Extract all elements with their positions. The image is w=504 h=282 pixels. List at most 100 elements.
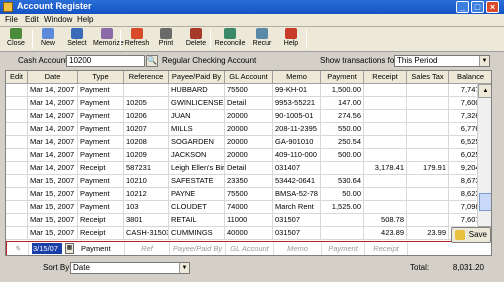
cell-ref [124, 84, 169, 96]
vertical-scrollbar[interactable]: ▲ ▼ [477, 84, 491, 241]
cell-payee: GWINLICENSE [171, 97, 225, 109]
cell-memo: BMSA-52-78 [273, 188, 321, 200]
column-header-edit[interactable]: Edit [6, 71, 28, 84]
column-header-date[interactable]: Date [28, 71, 78, 84]
cash-account-input[interactable]: 10200 [66, 55, 145, 67]
table-row[interactable]: Mar 15, 2007 Payment 10212 PAYNE 75500 BMSA-5… [6, 188, 490, 201]
sort-by-value: Date [73, 263, 90, 272]
cell-type: Payment [78, 97, 124, 109]
cell-date: Mar 15, 2007 [28, 214, 78, 226]
edit-cell[interactable] [6, 227, 28, 239]
cell-date: Mar 15, 2007 [28, 175, 78, 187]
cell-memo: March Rent [273, 201, 321, 213]
edit-cell[interactable] [6, 110, 28, 122]
edit-cell[interactable] [6, 162, 28, 174]
edit-cell[interactable] [6, 188, 28, 200]
new-memo-input[interactable]: Memo [274, 242, 322, 255]
toolbar-select-button[interactable]: Select [63, 28, 91, 51]
cell-ref: 10207 [124, 123, 169, 135]
minimize-button[interactable]: _ [456, 1, 469, 13]
toolbar-close-button[interactable]: Close [2, 28, 30, 51]
new-gl-input[interactable]: GL Account [226, 242, 274, 255]
column-header-memo[interactable]: Memo [273, 71, 321, 84]
menu-window[interactable]: Window [44, 15, 72, 24]
toolbar-delete-button[interactable]: Delete [182, 28, 210, 51]
cell-date: Mar 15, 2007 [28, 201, 78, 213]
sort-by-select[interactable]: Date ▼ [70, 262, 190, 274]
column-header-receipt[interactable]: Receipt [364, 71, 407, 84]
table-row[interactable]: Mar 14, 2007 Receipt 587231 Leigh Ellen's B… [6, 162, 490, 175]
cell-receipt [364, 175, 407, 187]
new-payee-input[interactable]: Payee/Paid By [170, 242, 226, 255]
table-row[interactable]: Mar 14, 2007 Payment 10206 JUAN 20000 90-1005… [6, 110, 490, 123]
cell-payment: 1,500.00 [321, 84, 364, 96]
table-row[interactable]: Mar 15, 2007 Receipt CASH-31503 CUMMINGS 400… [6, 227, 490, 240]
new-ref-input[interactable]: Ref [125, 242, 170, 255]
account-lookup-button[interactable]: 🔍 [146, 55, 158, 67]
cell-memo: 53442-0641 [273, 175, 321, 187]
column-header-reference[interactable]: Reference [124, 71, 169, 84]
table-row[interactable]: Mar 15, 2007 Payment 103 CLOUDET 74000 March … [6, 201, 490, 214]
edit-cell[interactable] [6, 84, 28, 96]
edit-cell[interactable] [6, 149, 28, 161]
column-header-payee-paid-by[interactable]: Payee/Paid By [169, 71, 225, 84]
new-date-input[interactable]: 3/15/07 [32, 243, 62, 254]
new-transaction-row[interactable]: ✎ 3/15/07 ▦ Payment Ref Payee/Paid By GL… [6, 241, 491, 255]
cell-type: Payment [78, 175, 124, 187]
toolbar-new-button[interactable]: New [36, 28, 60, 51]
scroll-up-button[interactable]: ▲ [478, 84, 491, 98]
menu-help[interactable]: Help [77, 15, 93, 24]
table-row[interactable]: Mar 14, 2007 Payment HUBBARD 75500 99-KH-01 1… [6, 84, 490, 97]
column-header-gl-account[interactable]: GL Account [225, 71, 273, 84]
table-row[interactable]: Mar 15, 2007 Payment 10210 SAFESTATE 23350 53… [6, 175, 490, 188]
close-window-button[interactable]: × [486, 1, 499, 13]
table-row[interactable]: Mar 14, 2007 Payment 10209 JACKSON 20000 409-… [6, 149, 490, 162]
show-transactions-select[interactable]: This Period ▼ [394, 55, 490, 67]
maximize-button[interactable]: □ [471, 1, 484, 13]
edit-cell[interactable] [6, 97, 28, 109]
bottom-bar: Sort By: Date ▼ Total: 8,031.20 [0, 258, 504, 282]
calendar-icon[interactable]: ▦ [65, 243, 74, 254]
edit-cell[interactable] [6, 175, 28, 187]
toolbar-label: Recur [252, 40, 272, 47]
new-payment-input[interactable]: Payment [322, 242, 365, 255]
cell-type: Payment [78, 123, 124, 135]
table-row[interactable]: Mar 15, 2007 Receipt 3801 RETAIL 11000 031507… [6, 214, 490, 227]
cell-memo: 90-1005-01 [273, 110, 321, 122]
edit-cell[interactable] [6, 201, 28, 213]
toolbar-recur-button[interactable]: Recur [248, 28, 276, 51]
new-type-input[interactable]: Payment [79, 242, 125, 255]
column-header-payment[interactable]: Payment [321, 71, 364, 84]
toolbar-print-button[interactable]: Print [152, 28, 180, 51]
show-transactions-value: This Period [397, 56, 438, 65]
menu-edit[interactable]: Edit [25, 15, 39, 24]
cell-payee: JUAN [169, 110, 225, 122]
menu-file[interactable]: File [5, 15, 18, 24]
scroll-thumb[interactable] [479, 193, 491, 211]
edit-icon[interactable]: ✎ [7, 242, 29, 255]
cell-type: Receipt [78, 214, 124, 226]
edit-cell[interactable] [6, 214, 28, 226]
title-bar: Account Register _ □ × [0, 0, 504, 14]
new-receipt-input[interactable]: Receipt [365, 242, 408, 255]
column-header-type[interactable]: Type [78, 71, 124, 84]
table-row[interactable]: Mar 14, 2007 Payment 10207 MILLS 20000 208-11… [6, 123, 490, 136]
cell-tax [407, 201, 449, 213]
toolbar-help-button[interactable]: Help [279, 28, 303, 51]
table-row[interactable]: Mar 14, 2007 Payment 10205 GWINLICENSE Detai… [6, 97, 490, 110]
cell-tax: 23.99 [407, 227, 449, 239]
toolbar-separator [210, 30, 211, 49]
cell-tax [407, 136, 449, 148]
cell-payee: MILLS [169, 123, 225, 135]
table-row[interactable]: Mar 14, 2007 Payment 10208 SOGARDEN 20000 GA-… [6, 136, 490, 149]
toolbar-reconcile-button[interactable]: Reconcile [213, 28, 247, 51]
edit-cell[interactable] [6, 123, 28, 135]
column-header-balance[interactable]: Balance [449, 71, 491, 84]
cell-tax [407, 149, 449, 161]
edit-cell[interactable] [6, 136, 28, 148]
cell-memo: 031507 [273, 227, 321, 239]
toolbar-refresh-button[interactable]: Refresh [123, 28, 151, 51]
column-header-sales-tax[interactable]: Sales Tax [407, 71, 449, 84]
toolbar-memorize-button[interactable]: Memorize [93, 28, 124, 51]
save-button[interactable]: Save [451, 227, 491, 243]
